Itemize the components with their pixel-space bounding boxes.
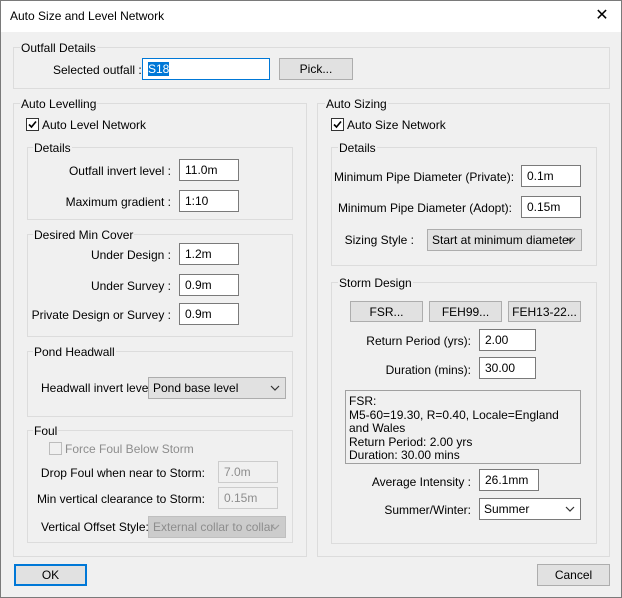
outfall-invert-field[interactable]: 11.0m	[179, 159, 239, 181]
cancel-button[interactable]: Cancel	[537, 564, 610, 586]
private-design-survey-field[interactable]: 0.9m	[179, 303, 239, 325]
headwall-invert-label: Headwall invert level:	[41, 381, 155, 395]
sizing-details-label: Details	[338, 141, 377, 155]
average-intensity-label: Average Intensity :	[371, 475, 471, 489]
chevron-down-icon	[565, 506, 575, 512]
headwall-invert-select[interactable]: Pond base level	[148, 377, 286, 399]
checkmark-icon	[333, 120, 342, 129]
under-design-label: Under Design :	[90, 248, 171, 262]
close-icon[interactable]: ✕	[591, 5, 613, 27]
under-survey-label: Under Survey :	[90, 279, 171, 293]
min-adopt-diameter-field[interactable]: 0.15m	[521, 196, 581, 218]
min-private-diameter-field[interactable]: 0.1m	[521, 165, 581, 187]
summer-winter-value: Summer	[484, 502, 530, 516]
chevron-down-icon	[270, 524, 280, 530]
summer-winter-select[interactable]: Summer	[479, 498, 581, 520]
outfall-details-label: Outfall Details	[20, 41, 97, 55]
auto-level-network-label: Auto Level Network	[42, 118, 147, 132]
duration-label: Duration (mins):	[385, 363, 471, 377]
sizing-style-label: Sizing Style :	[344, 233, 414, 247]
auto-size-network-label: Auto Size Network	[347, 118, 446, 132]
return-period-label: Return Period (yrs):	[366, 334, 471, 348]
average-intensity-field[interactable]: 26.1mm	[479, 469, 539, 491]
drop-foul-label: Drop Foul when near to Storm:	[40, 466, 205, 480]
summer-winter-label: Summer/Winter:	[384, 503, 471, 517]
auto-levelling-label: Auto Levelling	[20, 97, 98, 111]
fsr-button[interactable]: FSR...	[350, 301, 423, 322]
drop-foul-field[interactable]: 7.0m	[218, 461, 278, 483]
duration-field[interactable]: 30.00	[479, 357, 536, 379]
min-cover-label: Desired Min Cover	[33, 228, 135, 242]
min-clearance-field[interactable]: 0.15m	[218, 487, 278, 509]
auto-size-network-checkbox[interactable]	[331, 118, 344, 131]
max-gradient-field[interactable]: 1:10	[179, 190, 239, 212]
title-bar[interactable]: Auto Size and Level Network ✕	[1, 1, 621, 32]
chevron-down-icon	[566, 237, 576, 243]
max-gradient-label: Maximum gradient :	[65, 195, 171, 209]
under-design-field[interactable]: 1.2m	[179, 243, 239, 265]
selected-outfall-label: Selected outfall :	[53, 63, 142, 77]
return-period-field[interactable]: 2.00	[479, 329, 536, 351]
min-clearance-label: Min vertical clearance to Storm:	[36, 492, 205, 506]
vertical-offset-value: External collar to collar	[153, 520, 275, 534]
under-survey-field[interactable]: 0.9m	[179, 274, 239, 296]
storm-summary-text: FSR: M5-60=19.30, R=0.40, Locale=England…	[345, 390, 581, 464]
min-private-diameter-label: Minimum Pipe Diameter (Private):	[334, 170, 515, 184]
sizing-style-value: Start at minimum diameter	[432, 233, 573, 247]
levelling-details-label: Details	[33, 141, 72, 155]
ok-button[interactable]: OK	[14, 564, 87, 586]
checkmark-icon	[28, 120, 37, 129]
force-foul-label: Force Foul Below Storm	[65, 442, 194, 456]
auto-level-network-checkbox[interactable]	[26, 118, 39, 131]
selected-outfall-field[interactable]: S18	[142, 58, 270, 80]
storm-design-label: Storm Design	[338, 276, 413, 290]
pick-outfall-button[interactable]: Pick...	[279, 58, 353, 80]
private-design-survey-label: Private Design or Survey :	[31, 308, 171, 322]
pond-headwall-label: Pond Headwall	[33, 345, 116, 359]
min-adopt-diameter-label: Minimum Pipe Diameter (Adopt):	[337, 201, 512, 215]
vertical-offset-select[interactable]: External collar to collar	[148, 516, 286, 538]
window-title: Auto Size and Level Network	[10, 9, 165, 23]
auto-size-level-dialog: Auto Size and Level Network ✕ Outfall De…	[0, 0, 622, 598]
headwall-invert-value: Pond base level	[153, 381, 239, 395]
levelling-details-group	[27, 147, 293, 220]
feh13-22-button[interactable]: FEH13-22...	[508, 301, 581, 322]
feh99-button[interactable]: FEH99...	[429, 301, 502, 322]
outfall-invert-label: Outfall invert level :	[68, 164, 171, 178]
force-foul-checkbox[interactable]	[49, 442, 62, 455]
auto-sizing-label: Auto Sizing	[325, 97, 388, 111]
sizing-style-select[interactable]: Start at minimum diameter	[427, 229, 582, 251]
vertical-offset-label: Vertical Offset Style:	[41, 520, 149, 534]
chevron-down-icon	[270, 385, 280, 391]
foul-label: Foul	[33, 424, 59, 438]
